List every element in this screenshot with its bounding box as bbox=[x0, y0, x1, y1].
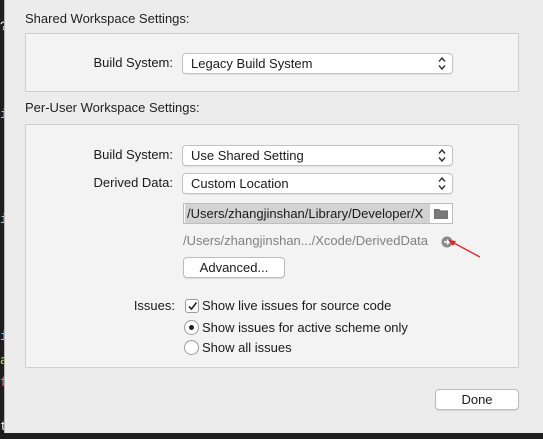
show-live-issues-checkbox[interactable] bbox=[185, 299, 199, 313]
issues-active-scheme-label[interactable]: Show issues for active scheme only bbox=[202, 320, 408, 335]
annotation-arrow-icon bbox=[448, 240, 481, 258]
folder-icon[interactable] bbox=[434, 208, 448, 219]
shared-build-system-value: Legacy Build System bbox=[191, 56, 313, 71]
checkmark-icon bbox=[188, 302, 198, 311]
derived-data-label: Derived Data: bbox=[93, 175, 173, 190]
editor-bottom-strip bbox=[0, 433, 543, 439]
advanced-button[interactable]: Advanced... bbox=[183, 257, 285, 278]
issues-active-scheme-radio[interactable] bbox=[184, 320, 199, 335]
issues-all-radio[interactable] bbox=[184, 340, 199, 355]
popup-arrows-icon bbox=[438, 56, 446, 71]
done-button[interactable]: Done bbox=[435, 389, 519, 410]
popup-arrows-icon bbox=[438, 148, 446, 163]
popup-arrows-icon bbox=[438, 176, 446, 191]
shared-settings-group: Build System: Legacy Build System bbox=[25, 33, 519, 92]
workspace-settings-sheet: Shared Workspace Settings: Build System:… bbox=[4, 0, 543, 433]
per-user-build-system-popup[interactable]: Use Shared Setting bbox=[182, 145, 453, 166]
shared-build-system-popup[interactable]: Legacy Build System bbox=[182, 53, 453, 74]
issues-label: Issues: bbox=[133, 298, 175, 313]
custom-location-path: /Users/zhangjinshan/Library/Developer/X bbox=[185, 204, 430, 223]
shared-section-title: Shared Workspace Settings: bbox=[25, 11, 190, 26]
per-user-build-system-label: Build System: bbox=[93, 147, 173, 162]
show-live-issues-label[interactable]: Show live issues for source code bbox=[202, 298, 391, 313]
resolved-derived-data-path: /Users/zhangjinshan.../Xcode/DerivedData bbox=[183, 233, 428, 248]
derived-data-value: Custom Location bbox=[191, 176, 289, 191]
derived-data-popup[interactable]: Custom Location bbox=[182, 173, 453, 194]
per-user-section-title: Per-User Workspace Settings: bbox=[25, 100, 200, 115]
shared-build-system-label: Build System: bbox=[93, 55, 173, 70]
issues-all-label[interactable]: Show all issues bbox=[202, 340, 292, 355]
per-user-build-system-value: Use Shared Setting bbox=[191, 148, 304, 163]
custom-location-field[interactable]: /Users/zhangjinshan/Library/Developer/X bbox=[183, 203, 453, 224]
